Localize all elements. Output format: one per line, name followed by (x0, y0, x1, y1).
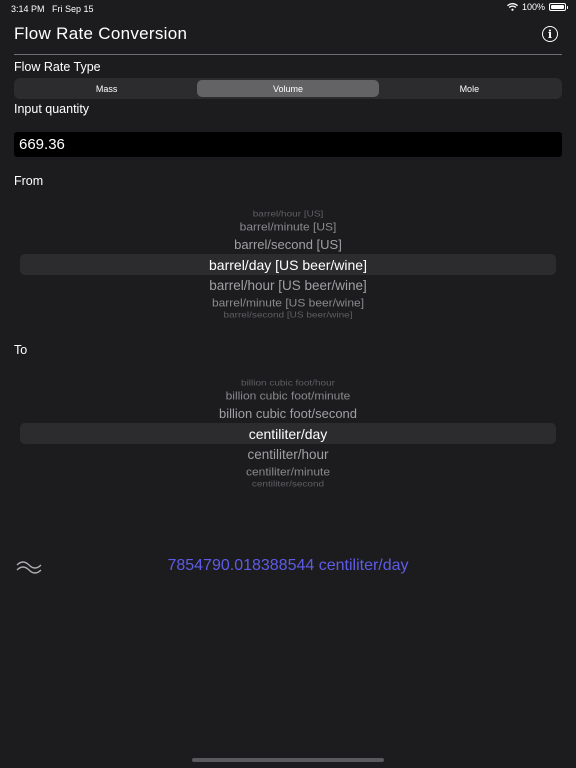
battery-level (551, 5, 564, 9)
from-picker[interactable]: barrel/hour [US] barrel/minute [US] barr… (20, 200, 556, 325)
from-picker-item[interactable]: barrel/hour [US] (20, 210, 556, 219)
battery-percent: 100% (521, 2, 545, 12)
input-quantity-field[interactable]: 669.36 (14, 132, 562, 157)
input-quantity-label: Input quantity (14, 102, 90, 116)
conversion-result: 7854790.018388544 centiliter/day (0, 557, 576, 575)
segment-mass[interactable]: Mass (16, 80, 197, 97)
to-picker-item[interactable]: centiliter/second (20, 480, 556, 489)
to-picker-item[interactable]: centiliter/minute (20, 466, 556, 479)
from-picker-item[interactable]: barrel/hour [US beer/wine] (20, 278, 556, 293)
home-indicator (192, 758, 384, 762)
flow-rate-type-label: Flow Rate Type (14, 60, 101, 74)
status-time: 3:14 PM (11, 4, 45, 14)
to-picker-item[interactable]: centiliter/hour (20, 447, 556, 462)
segment-volume[interactable]: Volume (197, 80, 379, 97)
page-title: Flow Rate Conversion (14, 24, 188, 43)
from-picker-item[interactable]: barrel/minute [US] (20, 221, 556, 234)
segment-mole[interactable]: Mole (379, 80, 560, 97)
to-picker-item[interactable]: billion cubic foot/hour (20, 379, 556, 388)
from-picker-selected[interactable]: barrel/day [US beer/wine] (20, 257, 556, 273)
to-picker-item[interactable]: billion cubic foot/minute (20, 390, 556, 403)
to-picker[interactable]: billion cubic foot/hour billion cubic fo… (20, 370, 556, 495)
from-picker-item[interactable]: barrel/second [US] (20, 237, 556, 252)
wifi-icon (507, 3, 518, 11)
to-picker-item[interactable]: billion cubic foot/second (20, 406, 556, 421)
battery-icon (549, 3, 568, 11)
status-date: Fri Sep 15 (52, 4, 94, 14)
status-indicators: 100% (507, 2, 568, 12)
flow-rate-type-segmented-control[interactable]: Mass Volume Mole (14, 78, 562, 99)
to-label: To (14, 343, 28, 357)
info-icon[interactable]: i (542, 26, 558, 42)
from-label: From (14, 174, 44, 188)
to-picker-selected[interactable]: centiliter/day (20, 426, 556, 442)
from-picker-item[interactable]: barrel/minute [US beer/wine] (20, 297, 556, 310)
header-divider (14, 54, 562, 55)
from-picker-item[interactable]: barrel/second [US beer/wine] (20, 311, 556, 320)
result-text: 7854790.018388544 centiliter/day (167, 557, 409, 574)
